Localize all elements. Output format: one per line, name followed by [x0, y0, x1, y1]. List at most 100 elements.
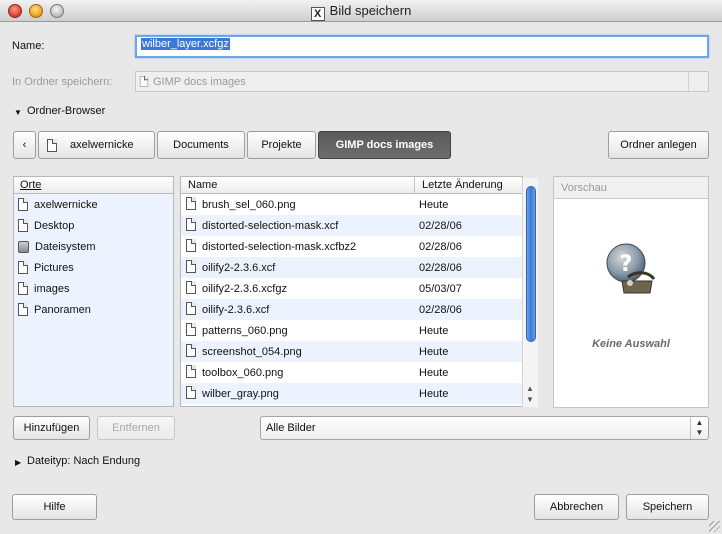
name-label: Name:: [12, 40, 45, 52]
combo-arrow-box: [688, 72, 708, 91]
file-name: patterns_060.png: [202, 324, 288, 337]
save-in-folder-value: GIMP docs images: [153, 75, 246, 88]
chevron-left-icon: ‹: [22, 139, 27, 151]
create-folder-label: Ordner anlegen: [620, 139, 697, 151]
place-item-images[interactable]: images: [14, 278, 173, 299]
triangle-down-icon[interactable]: ▼: [14, 108, 22, 117]
folder-doc-icon: [139, 75, 149, 88]
places-header[interactable]: Orte: [14, 177, 173, 194]
file-row[interactable]: screenshot_054.png Heute: [181, 341, 522, 362]
file-modified: Heute: [419, 198, 449, 211]
column-header-modified[interactable]: Letzte Änderung: [422, 179, 503, 191]
column-header-name[interactable]: Name: [188, 179, 217, 191]
home-doc-icon: [47, 138, 57, 152]
document-icon: [18, 261, 28, 274]
document-icon: [18, 282, 28, 295]
cancel-button[interactable]: Abbrechen: [534, 494, 619, 520]
help-label: Hilfe: [43, 501, 66, 513]
file-modified: 02/28/06: [419, 240, 462, 253]
path-segment-gimp-docs-images[interactable]: GIMP docs images: [318, 131, 451, 159]
add-label: Hinzufügen: [23, 422, 80, 434]
path-segment-projekte[interactable]: Projekte: [247, 131, 316, 159]
places-list: axelwernicke Desktop Dateisystem Picture…: [14, 194, 173, 406]
file-modified: Heute: [419, 387, 449, 400]
remove-bookmark-button[interactable]: Entfernen: [97, 416, 175, 440]
document-icon: [186, 281, 196, 294]
save-in-folder-label: In Ordner speichern:: [12, 76, 113, 88]
file-filter-select[interactable]: Alle Bilder ▲ ▼: [260, 416, 709, 440]
file-row[interactable]: oilify2-2.3.6.xcfgz 05/03/07: [181, 278, 522, 299]
document-icon: [186, 218, 196, 231]
places-header-label: Orte: [20, 179, 42, 191]
filename-input[interactable]: wilber_layer.xcfgz: [135, 35, 709, 58]
place-label: Desktop: [34, 219, 75, 232]
place-item-pictures[interactable]: Pictures: [14, 257, 173, 278]
file-row[interactable]: toolbox_060.png Heute: [181, 362, 522, 383]
file-name: oilify-2.3.6.xcf: [202, 303, 270, 316]
svg-text:?: ?: [620, 252, 633, 277]
create-folder-button[interactable]: Ordner anlegen: [608, 131, 709, 159]
path-back-button[interactable]: ‹: [13, 131, 36, 159]
path-segment-documents[interactable]: Documents: [157, 131, 245, 159]
save-button[interactable]: Speichern: [626, 494, 709, 520]
add-bookmark-button[interactable]: Hinzufügen: [13, 416, 90, 440]
file-modified: Heute: [419, 345, 449, 358]
window-title-wrap: X Bild speichern: [0, 3, 722, 21]
file-modified: Heute: [419, 366, 449, 379]
preview-header: Vorschau: [554, 177, 708, 199]
file-type-toggle[interactable]: Dateityp: Nach Endung: [27, 455, 140, 467]
save-in-folder-combo[interactable]: GIMP docs images: [135, 71, 709, 92]
file-list-scrollbar[interactable]: ▲ ▼: [522, 178, 538, 407]
file-name: distorted-selection-mask.xcfbz2: [202, 240, 357, 253]
path-segment-axelwernicke[interactable]: axelwernicke: [38, 131, 155, 159]
file-name: wilber_gray.png: [202, 387, 279, 400]
resize-grip-icon[interactable]: [709, 521, 720, 532]
file-row[interactable]: brush_sel_060.png Heute: [181, 194, 522, 215]
file-name: toolbox_060.png: [202, 366, 284, 379]
scroll-down-arrow-icon[interactable]: ▼: [526, 395, 534, 404]
file-list: brush_sel_060.png Heute distorted-selecti…: [181, 194, 522, 404]
place-label: Dateisystem: [35, 240, 96, 253]
document-icon: [18, 198, 28, 211]
file-row[interactable]: distorted-selection-mask.xcf 02/28/06: [181, 215, 522, 236]
filename-selected-text: wilber_layer.xcfgz: [141, 38, 230, 50]
file-name: oilify2-2.3.6.xcf: [202, 261, 276, 274]
document-icon: [18, 219, 28, 232]
file-modified: 02/28/06: [419, 261, 462, 274]
document-icon: [18, 303, 28, 316]
file-row[interactable]: distorted-selection-mask.xcfbz2 02/28/06: [181, 236, 522, 257]
place-item-axelwernicke[interactable]: axelwernicke: [14, 194, 173, 215]
file-row[interactable]: oilify2-2.3.6.xcf 02/28/06: [181, 257, 522, 278]
preview-pane: Vorschau ? Keine Auswahl: [553, 176, 709, 408]
path-segment-label: Projekte: [261, 139, 302, 151]
path-segment-label: Documents: [173, 139, 229, 151]
file-modified: Heute: [419, 324, 449, 337]
place-item-panoramen[interactable]: Panoramen: [14, 299, 173, 320]
place-item-desktop[interactable]: Desktop: [14, 215, 173, 236]
files-header: Name Letzte Änderung: [181, 177, 522, 194]
file-modified: 05/03/07: [419, 282, 462, 295]
document-icon: [186, 344, 196, 357]
file-name: screenshot_054.png: [202, 345, 302, 358]
help-button[interactable]: Hilfe: [12, 494, 97, 520]
place-label: Pictures: [34, 261, 74, 274]
scrollbar-thumb[interactable]: [526, 186, 536, 342]
updown-arrows-icon: ▲ ▼: [690, 417, 708, 439]
window-title: Bild speichern: [329, 3, 412, 18]
triangle-right-icon[interactable]: ▶: [15, 458, 21, 467]
drive-icon: [18, 240, 29, 253]
file-row[interactable]: patterns_060.png Heute: [181, 320, 522, 341]
document-icon: [186, 302, 196, 315]
folder-browser-toggle[interactable]: Ordner-Browser: [27, 105, 105, 117]
file-row[interactable]: oilify-2.3.6.xcf 02/28/06: [181, 299, 522, 320]
document-icon: [186, 386, 196, 399]
files-pane: Name Letzte Änderung brush_sel_060.png He…: [180, 176, 523, 407]
file-row[interactable]: wilber_gray.png Heute: [181, 383, 522, 404]
places-pane: Orte axelwernicke Desktop Dateisystem Pi…: [13, 176, 174, 407]
scroll-up-arrow-icon[interactable]: ▲: [526, 384, 534, 393]
place-label: images: [34, 282, 70, 295]
place-item-dateisystem[interactable]: Dateisystem: [14, 236, 173, 257]
place-label: Panoramen: [34, 303, 91, 316]
document-icon: [186, 197, 196, 210]
file-name: oilify2-2.3.6.xcfgz: [202, 282, 287, 295]
